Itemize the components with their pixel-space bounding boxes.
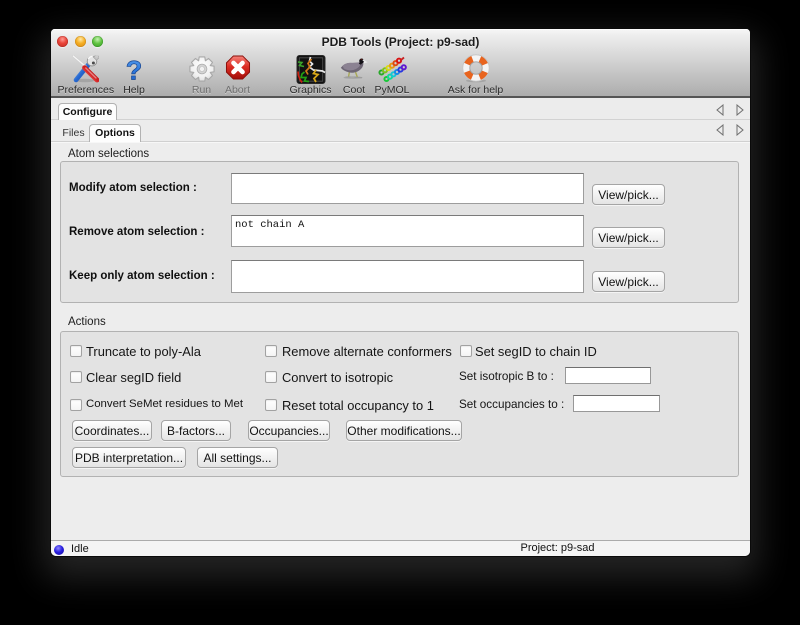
svg-text:?: ? [126, 58, 143, 83]
